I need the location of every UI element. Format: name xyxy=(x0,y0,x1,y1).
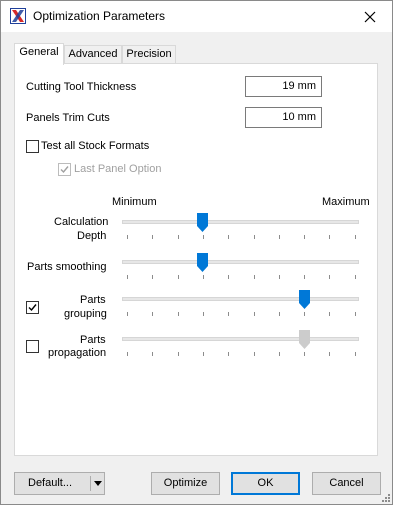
slider-tick xyxy=(127,235,128,239)
slider-tick xyxy=(228,235,230,239)
slider-tick xyxy=(354,312,356,316)
cancel-button[interactable]: Cancel xyxy=(312,472,381,495)
slider-tick xyxy=(329,235,331,239)
ok-button[interactable]: OK xyxy=(231,472,300,495)
chevron-down-icon[interactable] xyxy=(94,481,102,486)
slider-tick xyxy=(177,352,179,356)
slider-tick xyxy=(202,235,204,239)
resize-grip-icon[interactable] xyxy=(381,493,391,503)
title-bar[interactable]: Optimization Parameters xyxy=(1,1,392,32)
last-panel-option-checkbox[interactable] xyxy=(58,163,71,176)
split-divider xyxy=(90,476,91,491)
close-icon xyxy=(364,11,375,22)
cutting-tool-thickness-field[interactable]: 19 mm xyxy=(245,76,322,97)
slider-thumb[interactable] xyxy=(298,290,310,309)
slider-tick xyxy=(177,312,179,316)
checkmark-icon xyxy=(60,166,69,174)
parts-grouping-checkbox[interactable] xyxy=(26,301,39,314)
test-all-stock-formats-label: Test all Stock Formats xyxy=(41,140,150,152)
tab-advanced[interactable]: Advanced xyxy=(64,45,122,64)
slider-tick xyxy=(152,312,154,316)
slider-thumb[interactable] xyxy=(298,330,310,349)
slider-min-label: Minimum xyxy=(112,196,157,208)
panels-trim-cuts-label: Panels Trim Cuts xyxy=(26,112,110,124)
calculation-depth-label-line1: Calculation xyxy=(54,216,109,228)
parts-grouping-label-line2: grouping xyxy=(64,308,107,320)
slider-tick xyxy=(278,352,280,356)
slider-track[interactable] xyxy=(122,260,359,264)
slider-tick xyxy=(228,312,230,316)
panels-trim-cuts-field[interactable]: 10 mm xyxy=(245,107,322,128)
slider-track[interactable] xyxy=(122,337,359,341)
slider-tick xyxy=(278,235,280,239)
slider-tick xyxy=(329,352,331,356)
slider-tick xyxy=(202,352,204,356)
slider-tick xyxy=(329,312,331,316)
slider-tick xyxy=(304,275,306,279)
parts-propagation-checkbox[interactable] xyxy=(26,340,39,353)
slider-thumb[interactable] xyxy=(197,213,209,232)
default-split-button[interactable]: Default... xyxy=(14,472,105,495)
slider-tick xyxy=(202,312,204,316)
slider-tick xyxy=(253,275,255,279)
slider-tick xyxy=(228,275,230,279)
slider-tick xyxy=(152,275,154,279)
cutting-tool-thickness-label: Cutting Tool Thickness xyxy=(26,81,137,93)
tab-general[interactable]: General xyxy=(14,43,64,65)
optimize-button[interactable]: Optimize xyxy=(151,472,220,495)
slider-track[interactable] xyxy=(122,297,359,301)
parts-grouping-label-line1: Parts xyxy=(80,294,106,306)
slider-tick xyxy=(354,352,356,356)
slider-tick xyxy=(177,235,179,239)
slider-tick xyxy=(304,235,306,239)
slider-tick xyxy=(304,352,306,356)
slider-tick xyxy=(253,312,255,316)
checkmark-icon xyxy=(28,304,37,312)
slider-tick xyxy=(127,275,128,279)
parts-propagation-label-line2: propagation xyxy=(48,347,107,359)
slider-tick xyxy=(152,235,154,239)
slider-tick xyxy=(152,352,154,356)
parts-smoothing-label: Parts smoothing xyxy=(27,261,107,273)
slider-tick xyxy=(278,312,280,316)
slider-tick xyxy=(253,352,255,356)
tab-precision[interactable]: Precision xyxy=(122,45,176,64)
slider-tick xyxy=(202,275,204,279)
slider-tick xyxy=(253,235,255,239)
slider-tick xyxy=(127,352,128,356)
slider-thumb[interactable] xyxy=(197,253,209,272)
close-button[interactable] xyxy=(347,1,392,32)
slider-tick xyxy=(278,275,280,279)
calculation-depth-label-line2: Depth xyxy=(77,230,107,242)
slider-tick xyxy=(329,275,331,279)
test-all-stock-formats-checkbox[interactable] xyxy=(26,140,39,153)
dialog-window: Optimization Parameters General Advanced… xyxy=(0,0,393,505)
slider-tick xyxy=(127,312,128,316)
slider-max-label: Maximum xyxy=(322,196,370,208)
parts-propagation-label-line1: Parts xyxy=(80,334,106,346)
slider-track[interactable] xyxy=(122,220,359,224)
default-button-label: Default... xyxy=(28,477,73,489)
last-panel-option-label: Last Panel Option xyxy=(74,163,162,175)
slider-tick xyxy=(354,235,356,239)
slider-tick xyxy=(304,312,306,316)
slider-tick xyxy=(354,275,356,279)
window-title: Optimization Parameters xyxy=(33,9,166,23)
app-logo-icon xyxy=(10,8,26,24)
slider-tick xyxy=(177,275,179,279)
slider-tick xyxy=(228,352,230,356)
